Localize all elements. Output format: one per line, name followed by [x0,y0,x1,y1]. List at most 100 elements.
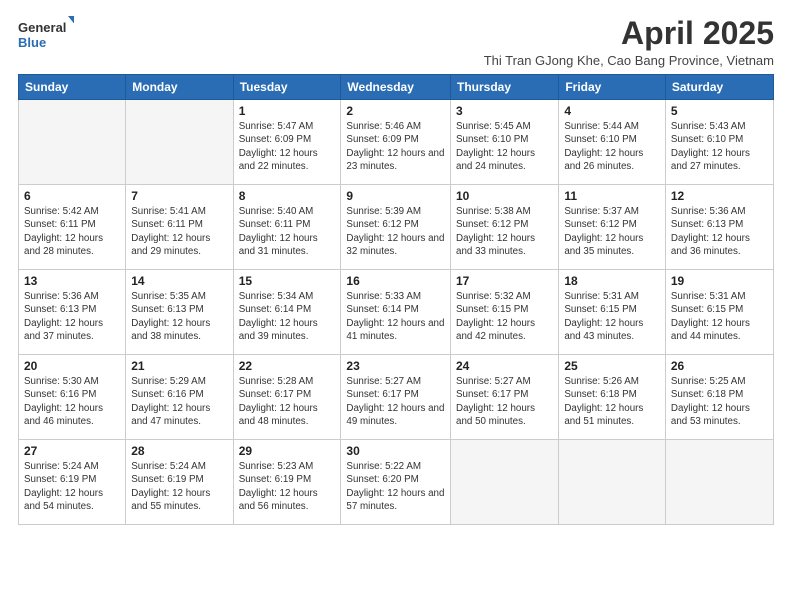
day-number: 5 [671,104,768,118]
day-number: 29 [239,444,336,458]
day-number: 30 [346,444,445,458]
table-row: 14 Sunrise: 5:35 AM Sunset: 6:13 PM Dayli… [126,270,233,355]
calendar-week-row: 1 Sunrise: 5:47 AM Sunset: 6:09 PM Daylig… [19,100,774,185]
table-row: 16 Sunrise: 5:33 AM Sunset: 6:14 PM Dayli… [341,270,451,355]
day-number: 6 [24,189,120,203]
day-info: Sunrise: 5:41 AM Sunset: 6:11 PM Dayligh… [131,205,227,258]
day-number: 10 [456,189,553,203]
col-saturday: Saturday [665,75,773,100]
table-row: 6 Sunrise: 5:42 AM Sunset: 6:11 PM Daylig… [19,185,126,270]
day-number: 24 [456,359,553,373]
day-number: 1 [239,104,336,118]
day-number: 28 [131,444,227,458]
calendar-header-row: Sunday Monday Tuesday Wednesday Thursday… [19,75,774,100]
table-row: 11Sunrise: 5:37 AM Sunset: 6:12 PM Dayli… [559,185,666,270]
table-row: 19 Sunrise: 5:31 AM Sunset: 6:15 PM Dayli… [665,270,773,355]
table-row: 22 Sunrise: 5:28 AM Sunset: 6:17 PM Dayli… [233,355,341,440]
table-row: 18Sunrise: 5:31 AM Sunset: 6:15 PM Dayli… [559,270,666,355]
day-info: Sunrise: 5:25 AM Sunset: 6:18 PM Dayligh… [671,375,768,428]
day-info: Sunrise: 5:33 AM Sunset: 6:14 PM Dayligh… [346,290,445,343]
table-row: 10Sunrise: 5:38 AM Sunset: 6:12 PM Dayli… [451,185,559,270]
header: General Blue April 2025 Thi Tran GJong K… [18,16,774,68]
table-row: 25 Sunrise: 5:26 AM Sunset: 6:18 PM Dayli… [559,355,666,440]
logo: General Blue [18,16,74,52]
day-number: 25 [564,359,660,373]
table-row: 26Sunrise: 5:25 AM Sunset: 6:18 PM Dayli… [665,355,773,440]
table-row: 8 Sunrise: 5:40 AM Sunset: 6:11 PM Daylig… [233,185,341,270]
day-info: Sunrise: 5:46 AM Sunset: 6:09 PM Dayligh… [346,120,445,173]
day-number: 7 [131,189,227,203]
table-row: 9 Sunrise: 5:39 AM Sunset: 6:12 PM Daylig… [341,185,451,270]
col-friday: Friday [559,75,666,100]
svg-text:General: General [18,20,66,35]
calendar-week-row: 6 Sunrise: 5:42 AM Sunset: 6:11 PM Daylig… [19,185,774,270]
day-info: Sunrise: 5:27 AM Sunset: 6:17 PM Dayligh… [346,375,445,428]
table-row: 1 Sunrise: 5:47 AM Sunset: 6:09 PM Daylig… [233,100,341,185]
table-row: 30 Sunrise: 5:22 AM Sunset: 6:20 PM Dayli… [341,440,451,525]
day-info: Sunrise: 5:28 AM Sunset: 6:17 PM Dayligh… [239,375,336,428]
day-info: Sunrise: 5:37 AM Sunset: 6:12 PM Dayligh… [564,205,660,258]
day-info: Sunrise: 5:23 AM Sunset: 6:19 PM Dayligh… [239,460,336,513]
table-row: 17Sunrise: 5:32 AM Sunset: 6:15 PM Dayli… [451,270,559,355]
col-monday: Monday [126,75,233,100]
col-thursday: Thursday [451,75,559,100]
table-row: 5Sunrise: 5:43 AM Sunset: 6:10 PM Daylig… [665,100,773,185]
calendar-week-row: 13Sunrise: 5:36 AM Sunset: 6:13 PM Dayli… [19,270,774,355]
day-info: Sunrise: 5:36 AM Sunset: 6:13 PM Dayligh… [671,205,768,258]
day-info: Sunrise: 5:31 AM Sunset: 6:15 PM Dayligh… [671,290,768,343]
day-info: Sunrise: 5:47 AM Sunset: 6:09 PM Dayligh… [239,120,336,173]
table-row: 2 Sunrise: 5:46 AM Sunset: 6:09 PM Daylig… [341,100,451,185]
day-number: 8 [239,189,336,203]
day-info: Sunrise: 5:34 AM Sunset: 6:14 PM Dayligh… [239,290,336,343]
calendar-week-row: 20 Sunrise: 5:30 AM Sunset: 6:16 PM Dayli… [19,355,774,440]
table-row [451,440,559,525]
day-number: 27 [24,444,120,458]
day-number: 2 [346,104,445,118]
col-sunday: Sunday [19,75,126,100]
col-tuesday: Tuesday [233,75,341,100]
day-info: Sunrise: 5:39 AM Sunset: 6:12 PM Dayligh… [346,205,445,258]
table-row: 23 Sunrise: 5:27 AM Sunset: 6:17 PM Dayli… [341,355,451,440]
day-number: 20 [24,359,120,373]
day-info: Sunrise: 5:44 AM Sunset: 6:10 PM Dayligh… [564,120,660,173]
day-info: Sunrise: 5:26 AM Sunset: 6:18 PM Dayligh… [564,375,660,428]
day-info: Sunrise: 5:42 AM Sunset: 6:11 PM Dayligh… [24,205,120,258]
day-info: Sunrise: 5:40 AM Sunset: 6:11 PM Dayligh… [239,205,336,258]
day-number: 21 [131,359,227,373]
table-row: 28 Sunrise: 5:24 AM Sunset: 6:19 PM Dayli… [126,440,233,525]
table-row: 15 Sunrise: 5:34 AM Sunset: 6:14 PM Dayli… [233,270,341,355]
day-info: Sunrise: 5:24 AM Sunset: 6:19 PM Dayligh… [131,460,227,513]
day-number: 22 [239,359,336,373]
table-row: 13Sunrise: 5:36 AM Sunset: 6:13 PM Dayli… [19,270,126,355]
day-number: 3 [456,104,553,118]
day-number: 15 [239,274,336,288]
table-row [665,440,773,525]
day-number: 13 [24,274,120,288]
calendar-subtitle: Thi Tran GJong Khe, Cao Bang Province, V… [484,53,774,68]
day-number: 4 [564,104,660,118]
svg-text:Blue: Blue [18,35,46,50]
table-row: 12 Sunrise: 5:36 AM Sunset: 6:13 PM Dayli… [665,185,773,270]
calendar-page: General Blue April 2025 Thi Tran GJong K… [0,0,792,612]
day-number: 9 [346,189,445,203]
table-row: 20 Sunrise: 5:30 AM Sunset: 6:16 PM Dayli… [19,355,126,440]
table-row: 27Sunrise: 5:24 AM Sunset: 6:19 PM Dayli… [19,440,126,525]
table-row: 29 Sunrise: 5:23 AM Sunset: 6:19 PM Dayli… [233,440,341,525]
day-number: 14 [131,274,227,288]
col-wednesday: Wednesday [341,75,451,100]
day-info: Sunrise: 5:27 AM Sunset: 6:17 PM Dayligh… [456,375,553,428]
day-info: Sunrise: 5:31 AM Sunset: 6:15 PM Dayligh… [564,290,660,343]
calendar-table: Sunday Monday Tuesday Wednesday Thursday… [18,74,774,525]
calendar-title: April 2025 [484,16,774,51]
day-number: 19 [671,274,768,288]
day-info: Sunrise: 5:30 AM Sunset: 6:16 PM Dayligh… [24,375,120,428]
day-info: Sunrise: 5:22 AM Sunset: 6:20 PM Dayligh… [346,460,445,513]
day-info: Sunrise: 5:29 AM Sunset: 6:16 PM Dayligh… [131,375,227,428]
day-number: 12 [671,189,768,203]
day-number: 16 [346,274,445,288]
day-number: 17 [456,274,553,288]
table-row [559,440,666,525]
day-info: Sunrise: 5:35 AM Sunset: 6:13 PM Dayligh… [131,290,227,343]
table-row: 3Sunrise: 5:45 AM Sunset: 6:10 PM Daylig… [451,100,559,185]
day-number: 23 [346,359,445,373]
